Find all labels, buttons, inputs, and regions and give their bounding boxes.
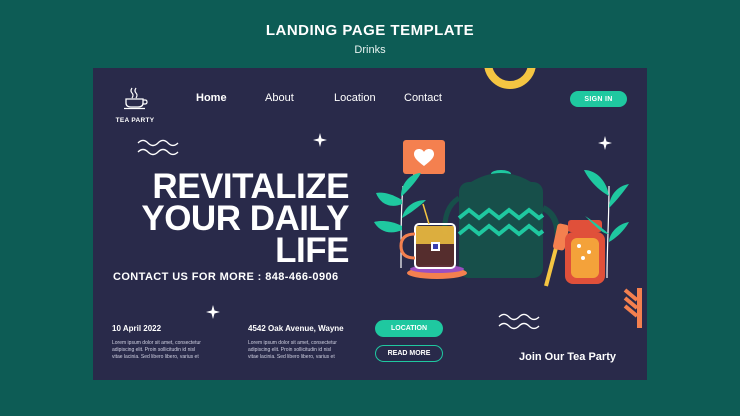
arrow-decoration xyxy=(623,288,642,328)
landing-card: TEA PARTY Home About Location Contact SI… xyxy=(93,68,647,380)
teapot-icon xyxy=(442,170,561,278)
date-description: Lorem ipsum dolor sit amet, consectetur … xyxy=(112,340,201,360)
join-tagline: Join Our Tea Party xyxy=(519,351,616,363)
teacup-icon xyxy=(124,87,148,110)
address-description: Lorem ipsum dolor sit amet, consectetur … xyxy=(248,340,337,360)
sparkle-icon xyxy=(313,133,327,147)
heart-bubble-icon xyxy=(403,140,445,182)
read-more-button[interactable]: READ MORE xyxy=(375,345,443,362)
contact-phone: CONTACT US FOR MORE : 848-466-0906 xyxy=(113,271,339,283)
nav-contact[interactable]: Contact xyxy=(404,92,442,104)
wave-decoration xyxy=(137,139,179,156)
page-header: LANDING PAGE TEMPLATE Drinks xyxy=(0,22,740,56)
event-date: 10 April 2022 xyxy=(112,324,162,333)
nav-location[interactable]: Location xyxy=(334,92,376,104)
location-button[interactable]: LOCATION xyxy=(375,320,443,337)
tea-illustration xyxy=(374,140,629,287)
logo[interactable]: TEA PARTY xyxy=(111,86,159,124)
page-subtitle: Drinks xyxy=(354,44,386,56)
sparkle-icon xyxy=(206,305,220,319)
nav-home[interactable]: Home xyxy=(196,92,227,104)
hero-headline: REVITALIZE YOUR DAILY LIFE xyxy=(103,169,349,270)
event-address: 4542 Oak Avenue, Wayne xyxy=(248,324,344,333)
ring-decoration xyxy=(484,68,536,89)
sign-in-button[interactable]: SIGN IN xyxy=(570,91,627,107)
nav-about[interactable]: About xyxy=(265,92,294,104)
logo-label: TEA PARTY xyxy=(115,117,155,124)
wave-decoration xyxy=(498,313,540,330)
page-title: LANDING PAGE TEMPLATE xyxy=(265,22,475,39)
hero-line: LIFE xyxy=(275,231,349,270)
teacup-icon xyxy=(399,203,467,279)
